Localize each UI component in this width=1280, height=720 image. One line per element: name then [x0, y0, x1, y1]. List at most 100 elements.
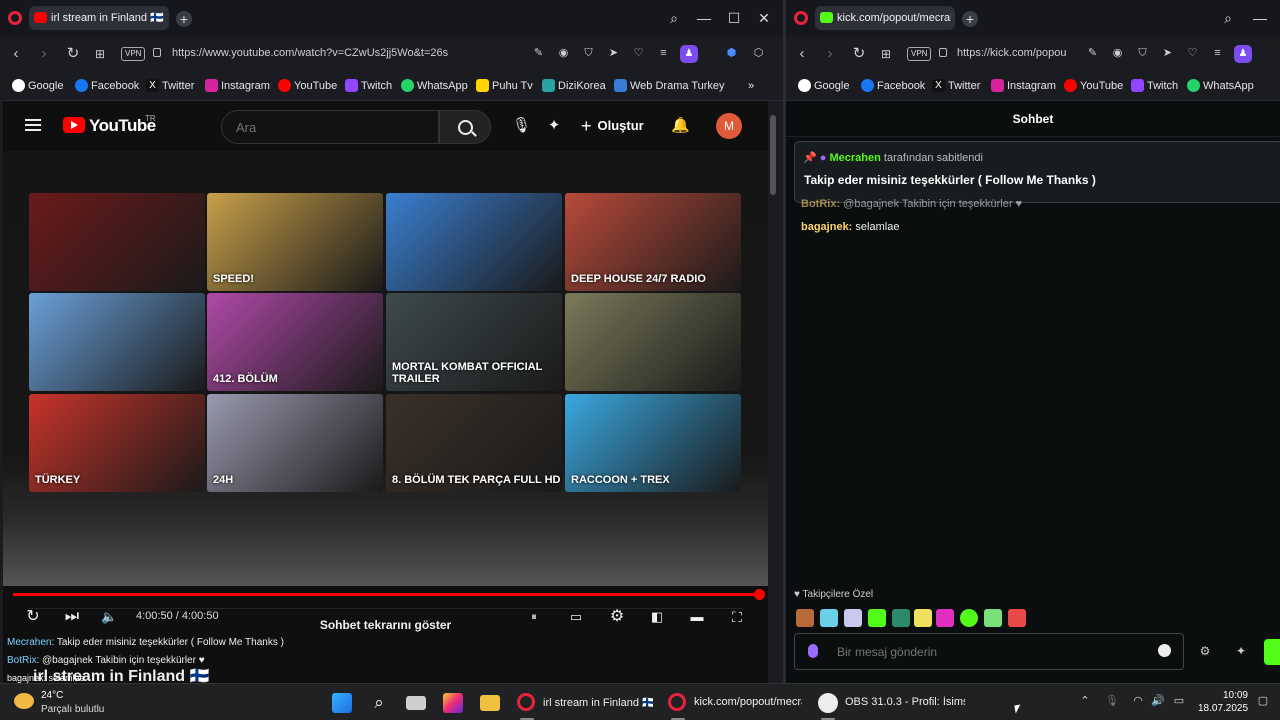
send-icon[interactable]: ➤ — [1161, 47, 1174, 60]
camera-icon[interactable]: ◉ — [557, 47, 570, 60]
bookmark-puhutv[interactable]: Puhu Tv — [476, 79, 533, 93]
bookmark-whatsapp[interactable]: WhatsApp — [1187, 79, 1254, 93]
video-thumbnail[interactable] — [29, 293, 205, 391]
video-thumbnail[interactable]: TÜRKEY — [29, 394, 205, 492]
reload-icon[interactable]: ↻ — [65, 46, 81, 62]
minimize-icon[interactable]: — — [1251, 9, 1269, 27]
progress-bar[interactable] — [13, 593, 761, 596]
microphone-tray-icon[interactable]: 🎙 — [1105, 694, 1119, 708]
bookmark-instagram[interactable]: Instagram — [205, 79, 270, 93]
video-player[interactable]: SPEED! DEEP HOUSE 24/7 RADIO 412. BÖLÜM MOR… — [3, 151, 768, 625]
weather-temp[interactable]: 24°C — [41, 690, 63, 701]
maximize-icon[interactable]: ☐ — [725, 9, 743, 27]
video-thumbnail[interactable] — [386, 193, 562, 291]
profile-icon[interactable]: ♟ — [1234, 45, 1252, 63]
emote-icon[interactable] — [820, 609, 838, 627]
video-thumbnail[interactable]: 8. BÖLÜM TEK PARÇA FULL HD — [386, 394, 562, 492]
video-thumbnail[interactable]: MORTAL KOMBAT OFFICIAL TRAILER — [386, 293, 562, 391]
speed-dial-icon[interactable]: ⊞ — [92, 46, 108, 62]
search-input[interactable] — [221, 110, 439, 144]
opera-taskbar-icon[interactable] — [668, 693, 686, 711]
opera-logo-icon[interactable] — [794, 11, 808, 25]
forward-icon[interactable]: › — [36, 46, 52, 62]
video-thumbnail[interactable] — [565, 293, 741, 391]
search-tabs-icon[interactable]: ⌕ — [1219, 9, 1237, 27]
profile-icon[interactable]: ♟ — [680, 45, 698, 63]
back-icon[interactable]: ‹ — [794, 46, 810, 62]
extension-icon[interactable]: ✦ — [1234, 644, 1248, 658]
send-button[interactable] — [1264, 639, 1280, 665]
gear-icon[interactable]: ⚙ — [1198, 644, 1212, 658]
emote-icon[interactable] — [936, 609, 954, 627]
search-icon[interactable]: ⌕ — [369, 693, 389, 713]
new-tab-icon[interactable]: + — [962, 11, 978, 27]
more-bookmarks-icon[interactable]: » — [748, 79, 754, 93]
bookmark-twitter[interactable]: X Twitter — [932, 79, 980, 93]
bookmark-twitch[interactable]: Twitch — [345, 79, 392, 93]
url-field[interactable]: https://www.youtube.com/watch?v=CZwUs2jj… — [172, 47, 522, 59]
edit-icon[interactable]: ✎ — [532, 47, 545, 60]
shield-icon[interactable]: ⛉ — [582, 47, 595, 60]
message-input[interactable] — [794, 633, 1184, 670]
file-explorer-icon[interactable] — [480, 695, 500, 711]
emoji-icon[interactable] — [1158, 644, 1171, 657]
video-thumbnail[interactable]: DEEP HOUSE 24/7 RADIO — [565, 193, 741, 291]
menu-icon[interactable] — [25, 119, 41, 131]
emote-icon[interactable] — [1008, 609, 1026, 627]
obs-icon[interactable] — [818, 693, 838, 713]
back-icon[interactable]: ‹ — [8, 46, 24, 62]
opera-taskbar-icon[interactable] — [517, 693, 535, 711]
progress-scrubber[interactable] — [754, 589, 765, 600]
bookmark-twitter[interactable]: X Twitter — [146, 79, 194, 93]
minimize-icon[interactable]: — — [695, 9, 713, 27]
youtube-logo-icon[interactable] — [63, 117, 85, 133]
bookmark-youtube[interactable]: YouTube — [278, 79, 337, 93]
tab-youtube[interactable]: irl stream in Finland 🇫🇮 - Yo — [29, 6, 169, 30]
tab-kick[interactable]: kick.com/popout/mecrahe — [815, 6, 955, 30]
easy-setup-icon[interactable]: ≡ — [1211, 47, 1224, 60]
bookmark-google[interactable]: Google — [798, 79, 849, 93]
windows-start-icon[interactable] — [332, 693, 352, 713]
bookmark-youtube[interactable]: YouTube — [1064, 79, 1123, 93]
show-chat-replay-button[interactable]: Sohbet tekrarını göster — [28, 608, 743, 640]
video-thumbnail[interactable]: SPEED! — [207, 193, 383, 291]
camera-icon[interactable]: ◉ — [1111, 47, 1124, 60]
clock[interactable]: 10:09 18.07.2025 — [1198, 689, 1248, 715]
bookmark-twitch[interactable]: Twitch — [1131, 79, 1178, 93]
cube-icon[interactable]: ⬡ — [752, 47, 765, 60]
weather-desc[interactable]: Parçalı bulutlu — [41, 704, 104, 715]
emote-icon[interactable] — [984, 609, 1002, 627]
shield-icon[interactable]: ⛉ — [1136, 47, 1149, 60]
weather-icon[interactable] — [14, 693, 34, 709]
bookmark-whatsapp[interactable]: WhatsApp — [401, 79, 468, 93]
forward-icon[interactable]: › — [822, 46, 838, 62]
battery-icon[interactable]: ▭ — [1172, 694, 1186, 708]
url-field[interactable]: https://kick.com/popou — [957, 47, 1075, 59]
search-tabs-icon[interactable]: ⌕ — [665, 9, 683, 27]
bookmark-facebook[interactable]: Facebook — [75, 79, 139, 93]
bookmark-webdrama[interactable]: Web Drama Turkey — [614, 79, 725, 93]
opera-logo-icon[interactable] — [8, 11, 22, 25]
task-view-icon[interactable] — [406, 696, 426, 710]
lock-icon[interactable] — [939, 48, 947, 57]
speed-dial-icon[interactable]: ⊞ — [878, 46, 894, 62]
taskbar-app-kick[interactable]: kick.com/popout/mecra — [694, 696, 802, 708]
easy-setup-icon[interactable]: ≡ — [657, 47, 670, 60]
create-button[interactable]: + Oluştur — [581, 116, 644, 137]
extension-icon[interactable]: ⬢ — [725, 47, 738, 60]
instagram-app-icon[interactable] — [443, 693, 463, 713]
emote-icon[interactable] — [868, 609, 886, 627]
emote-icon[interactable] — [960, 609, 978, 627]
bookmark-google[interactable]: Google — [12, 79, 63, 93]
vpn-badge[interactable]: VPN — [121, 47, 146, 61]
lock-icon[interactable] — [153, 48, 161, 57]
volume-tray-icon[interactable]: 🔊 — [1151, 694, 1165, 708]
pinned-message[interactable]: 📌 ● Mecrahen tarafından sabitlendi Takip… — [794, 141, 1280, 203]
video-thumbnail[interactable]: RACCOON + TREX — [565, 394, 741, 492]
bell-icon[interactable]: 🔔 — [671, 117, 690, 135]
wifi-icon[interactable]: ◠ — [1131, 694, 1145, 708]
vpn-badge[interactable]: VPN — [907, 47, 932, 61]
edit-icon[interactable]: ✎ — [1086, 47, 1099, 60]
chevron-up-icon[interactable]: ⌃ — [1078, 694, 1092, 708]
bookmark-facebook[interactable]: Facebook — [861, 79, 925, 93]
